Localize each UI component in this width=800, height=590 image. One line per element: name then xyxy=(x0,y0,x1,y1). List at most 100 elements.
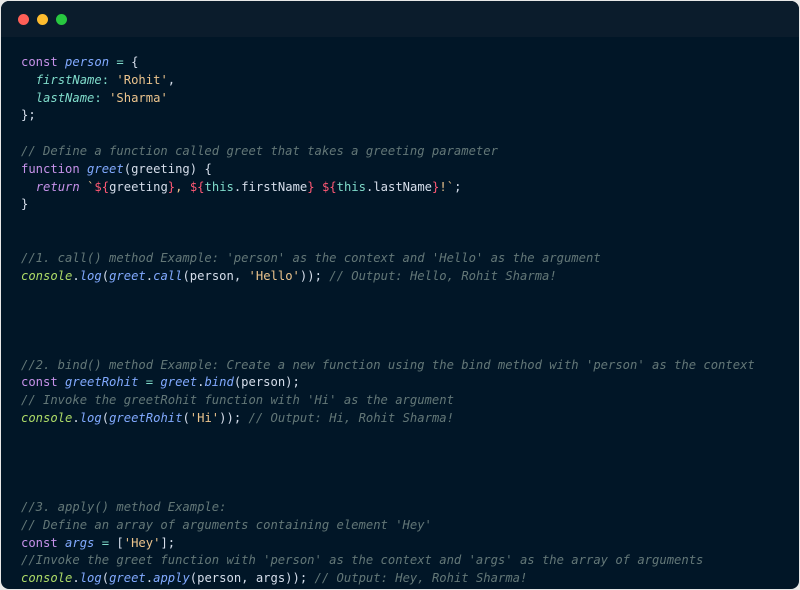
code-line: // Invoke the greetRohit function with '… xyxy=(21,392,799,410)
code-token: log xyxy=(79,410,102,425)
code-token: .lastName xyxy=(365,179,433,194)
code-token: this xyxy=(204,179,234,194)
code-token: ${ xyxy=(189,179,205,194)
code-token: console xyxy=(21,410,73,425)
code-token: = xyxy=(94,535,117,550)
window-titlebar xyxy=(1,1,799,37)
code-line: return `${greeting}, ${this.firstName} $… xyxy=(21,179,799,197)
code-token: greet xyxy=(109,268,146,283)
code-token: greet xyxy=(109,571,146,586)
code-token: function xyxy=(21,161,88,176)
code-line: //2. bind() method Example: Create a new… xyxy=(21,357,799,375)
minimize-window-button[interactable] xyxy=(37,14,48,25)
code-token: 'Sharma' xyxy=(109,90,168,105)
close-window-button[interactable] xyxy=(18,14,29,25)
code-token: //Invoke the greet function with 'person… xyxy=(21,553,704,568)
code-token: . xyxy=(72,410,80,425)
code-token: log xyxy=(79,268,102,283)
code-token: : xyxy=(94,90,110,105)
code-token: //3. apply() method Example: xyxy=(21,499,227,514)
code-token: )); xyxy=(299,268,322,283)
code-token: const xyxy=(21,375,66,390)
code-token: 'Hey' xyxy=(123,535,161,550)
code-token: }; xyxy=(21,108,36,123)
code-token: args xyxy=(65,535,95,550)
code-token: ${ xyxy=(94,179,110,194)
code-line: function greet(greeting) { xyxy=(21,161,799,179)
code-line: firstName: 'Rohit', xyxy=(21,72,799,90)
code-token: console xyxy=(21,268,73,283)
code-token: . xyxy=(145,571,154,586)
code-token: ( xyxy=(101,268,110,283)
code-line: //1. call() method Example: 'person' as … xyxy=(21,250,799,268)
code-token: !` xyxy=(439,179,455,194)
code-token: // Define a function called greet that t… xyxy=(21,143,498,158)
code-token: . xyxy=(145,268,154,283)
code-token: [ xyxy=(116,535,124,550)
code-token: console xyxy=(21,571,73,586)
code-token: call xyxy=(153,268,183,283)
code-token: } xyxy=(307,179,315,194)
code-line: console.log(greet.apply(person, args)); … xyxy=(21,570,799,588)
code-token: //2. bind() method Example: Create a new… xyxy=(21,357,755,372)
code-token: greet xyxy=(87,161,124,176)
code-token: = xyxy=(109,55,132,69)
code-token: ]; xyxy=(160,535,176,550)
maximize-window-button[interactable] xyxy=(56,14,67,25)
code-token: ( xyxy=(101,571,110,586)
code-token: : xyxy=(101,72,117,87)
code-token: apply xyxy=(153,571,190,586)
code-line: } xyxy=(21,196,799,214)
code-token: = xyxy=(138,375,161,390)
code-token: // Output: Hello, Rohit Sharma! xyxy=(321,268,557,283)
code-line: const args = ['Hey']; xyxy=(21,535,799,553)
code-line: console.log(greet.call(person, 'Hello'))… xyxy=(21,268,799,286)
code-token: .firstName xyxy=(233,179,308,194)
code-token: , xyxy=(175,179,190,194)
code-token: . xyxy=(72,268,80,283)
code-token: ; xyxy=(454,179,462,194)
code-token: 'Hello' xyxy=(248,268,300,283)
code-token: (person, args)); xyxy=(189,571,308,586)
code-token: ${ xyxy=(321,179,337,194)
code-line: // Define an array of arguments containi… xyxy=(21,517,799,535)
code-token: // Output: Hey, Rohit Sharma! xyxy=(307,571,528,586)
code-token: ( xyxy=(182,410,190,425)
code-token: person xyxy=(65,55,110,69)
code-token: 'Hi' xyxy=(189,410,220,425)
code-token: //1. call() method Example: 'person' as … xyxy=(21,250,601,265)
code-token: (person); xyxy=(233,375,300,390)
code-token: greetRohit xyxy=(109,410,183,425)
code-token: (person, xyxy=(182,268,249,283)
code-token: greeting xyxy=(109,179,168,194)
code-token: )); xyxy=(219,410,242,425)
code-block: const person = { firstName: 'Rohit', las… xyxy=(21,54,799,588)
code-token: ( xyxy=(101,410,110,425)
code-token: // Invoke the greetRohit function with '… xyxy=(21,393,454,408)
code-token: firstName xyxy=(35,72,102,87)
code-line: lastName: 'Sharma' xyxy=(21,90,799,108)
code-line: //3. apply() method Example: xyxy=(21,499,799,517)
code-window: const person = { firstName: 'Rohit', las… xyxy=(1,1,799,589)
code-line: const greetRohit = greet.bind(person); xyxy=(21,374,799,392)
code-line: console.log(greetRohit('Hi')); // Output… xyxy=(21,410,799,428)
code-token: (greeting) { xyxy=(123,161,212,176)
code-token: , xyxy=(167,72,176,87)
code-token: const xyxy=(21,55,66,69)
code-token: . xyxy=(72,571,80,586)
code-token: const xyxy=(21,535,66,550)
code-token: 'Rohit' xyxy=(116,72,168,87)
code-token: log xyxy=(79,571,102,586)
